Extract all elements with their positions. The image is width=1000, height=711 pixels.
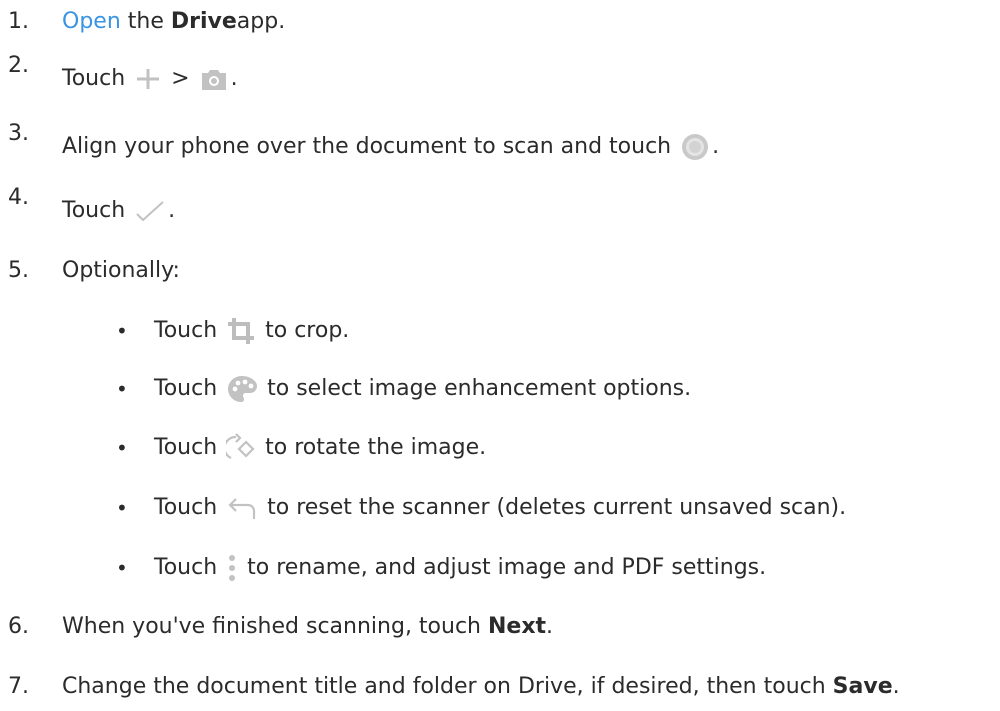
open-link[interactable]: Open	[62, 11, 121, 33]
step-text: Touch	[154, 555, 225, 580]
save-label: Save	[832, 674, 893, 699]
shutter-icon	[680, 132, 710, 162]
step-number: 4.	[8, 185, 29, 210]
step-text: .	[546, 614, 554, 639]
crop-icon	[226, 317, 256, 345]
step-text: the	[120, 9, 171, 34]
undo-icon	[226, 495, 258, 521]
step-text: Touch	[154, 495, 225, 520]
step-text: to rename, and adjust image and PDF sett…	[240, 555, 767, 580]
bullet: •	[116, 556, 128, 580]
step-text: to select image enhancement options.	[260, 376, 692, 401]
next-label: Next	[488, 614, 547, 639]
step-text: .	[892, 674, 900, 699]
step-text: When you've finished scanning, touch	[62, 614, 488, 639]
camera-icon	[199, 66, 229, 92]
drive-label: Drive	[170, 9, 237, 34]
bullet: •	[116, 496, 128, 520]
step-number: 3.	[8, 121, 29, 146]
step-text: .	[168, 198, 176, 223]
bullet: •	[116, 436, 128, 460]
step-text: to rotate the image.	[258, 435, 487, 460]
step-number: 6.	[8, 614, 29, 639]
bullet: •	[116, 377, 128, 401]
palette-icon	[226, 374, 258, 404]
step-text: to crop.	[258, 318, 350, 343]
step-text: .	[230, 66, 238, 91]
step-text: Touch	[62, 66, 133, 91]
check-icon	[134, 199, 166, 223]
step-text: .	[712, 134, 720, 159]
step-text: Change the document title and folder on …	[62, 674, 833, 699]
step-number: 2.	[8, 53, 29, 78]
step-text: Optionally:	[62, 258, 180, 283]
step-text: Touch	[154, 435, 225, 460]
step-text: to reset the scanner (deletes current un…	[260, 495, 847, 520]
bullet: •	[116, 319, 128, 343]
step-text: Touch	[154, 318, 225, 343]
more-vert-icon	[226, 553, 238, 583]
step-number: 1.	[8, 9, 29, 34]
step-separator: >	[164, 66, 197, 91]
step-text: app.	[236, 9, 286, 34]
step-number: 5.	[8, 258, 29, 283]
step-text: Align your phone over the document to sc…	[62, 134, 679, 159]
step-number: 7.	[8, 674, 29, 699]
step-text: Touch	[154, 376, 225, 401]
step-text: Touch	[62, 198, 133, 223]
rotate-icon	[226, 433, 256, 463]
add-icon	[134, 66, 162, 92]
